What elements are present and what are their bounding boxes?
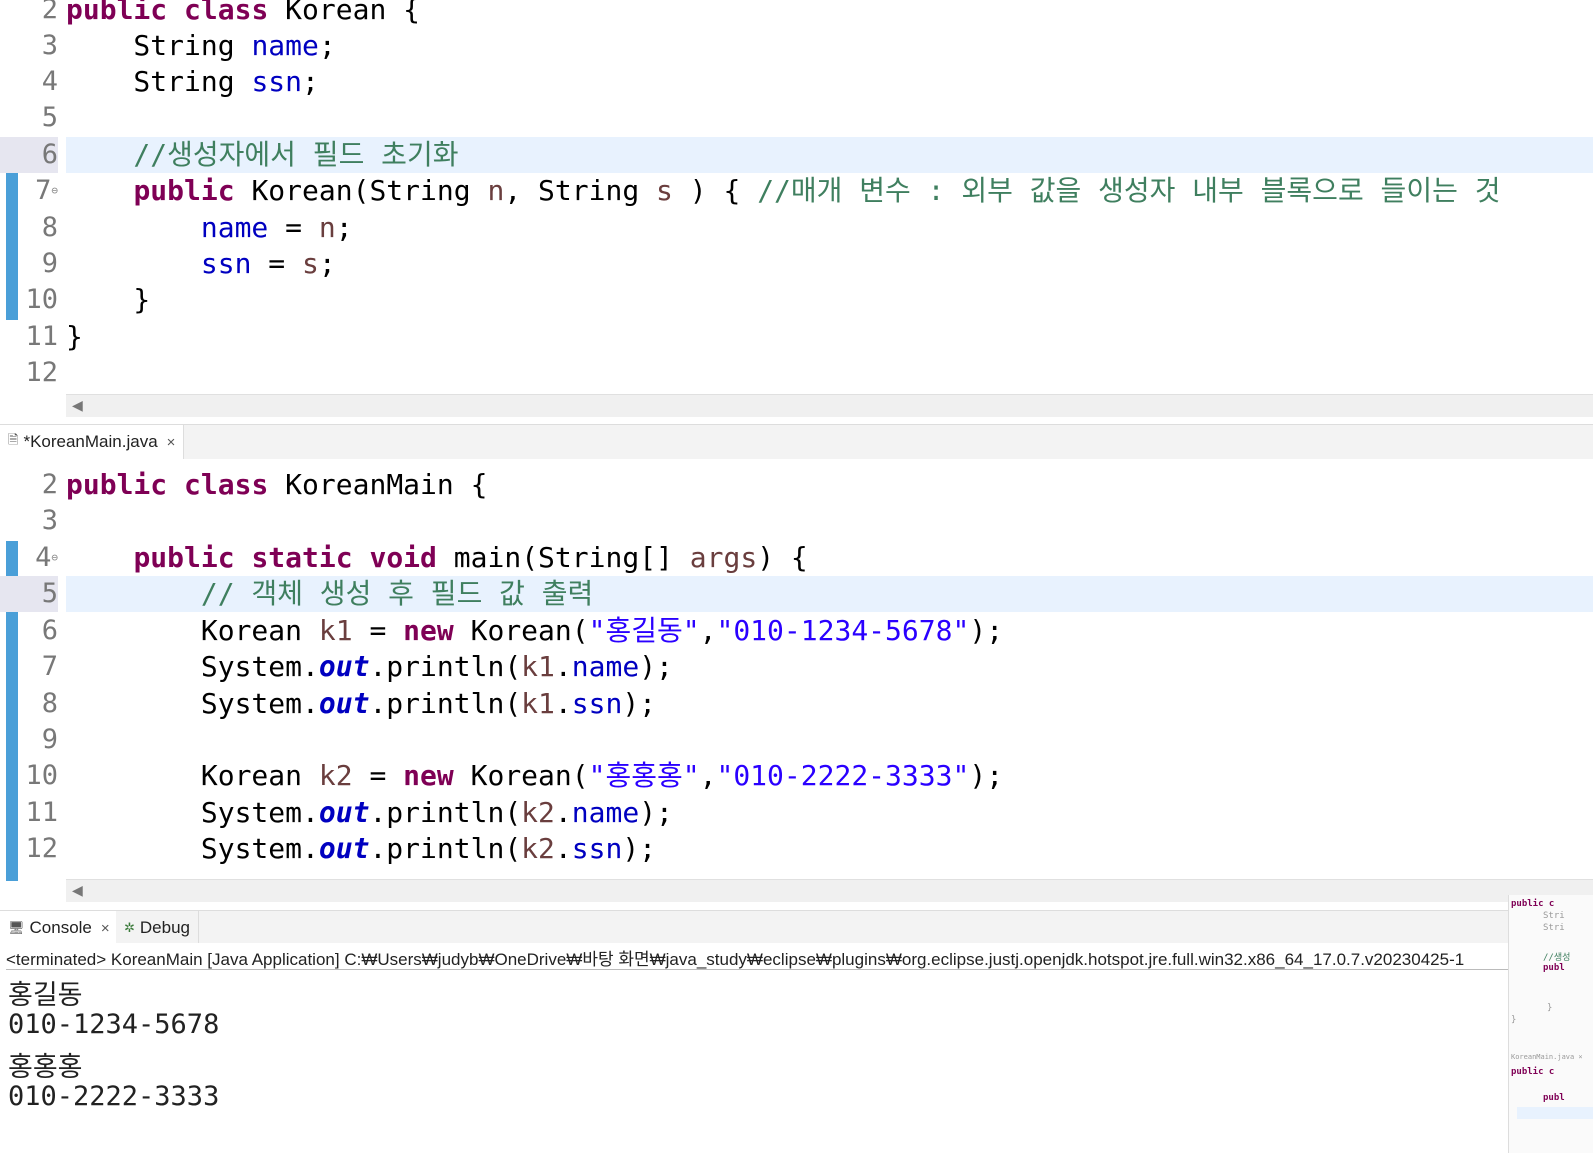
line-number: 12: [25, 357, 58, 388]
console-output-line: 홍길동: [8, 980, 83, 1011]
line-number: 7: [41, 651, 58, 682]
code-line[interactable]: 10 Korean k2 = new Korean("홍홍홍","010-222…: [0, 758, 1593, 794]
code-line[interactable]: 10 }: [0, 282, 1593, 318]
line-number: 9: [41, 248, 58, 279]
code-line[interactable]: 4⊖ public static void main(String[] args…: [0, 540, 1593, 576]
horizontal-scrollbar[interactable]: ◀: [66, 879, 1593, 902]
tab-debug[interactable]: ✲ Debug: [116, 911, 200, 945]
code-line[interactable]: 3: [0, 503, 1593, 539]
bug-icon: ✲: [124, 920, 135, 935]
line-number: 10: [25, 760, 58, 791]
scroll-left-icon[interactable]: ◀: [72, 882, 83, 899]
line-number: 4: [41, 66, 58, 97]
editor-korean[interactable]: 2 public class Korean { 3 String name; 4…: [0, 0, 1593, 420]
code-line-current[interactable]: 6 //생성자에서 필드 초기화: [0, 137, 1593, 173]
console-tab-bar: 🖥 Console × ✲ Debug: [0, 910, 1593, 946]
divider: [6, 969, 1510, 970]
code-line[interactable]: 7⊖ public Korean(String n, String s ) { …: [0, 173, 1593, 209]
code-line[interactable]: 12: [0, 355, 1593, 391]
close-icon[interactable]: ×: [101, 920, 110, 937]
comment: // 객체 생성 후 필드 값 출력: [66, 576, 1593, 612]
code-line-current[interactable]: 5 // 객체 생성 후 필드 값 출력: [0, 576, 1593, 612]
code-line[interactable]: 9 ssn = s;: [0, 246, 1593, 282]
code-line[interactable]: 2 public class KoreanMain {: [0, 467, 1593, 503]
tab-korean-main[interactable]: 🗎 *KoreanMain.java ×: [0, 425, 185, 459]
console-output-line: 010-1234-5678: [8, 1009, 220, 1040]
java-file-icon: 🗎: [8, 432, 19, 447]
code-line[interactable]: 5: [0, 100, 1593, 136]
line-number: 6: [41, 615, 58, 646]
preview-thumbnail: public c Stri Stri //생성 publ } } KoreanM…: [1508, 895, 1593, 1153]
code-line[interactable]: 2 public class Korean {: [0, 0, 1593, 28]
code-line[interactable]: 7 System.out.println(k1.name);: [0, 649, 1593, 685]
scroll-left-icon[interactable]: ◀: [72, 397, 83, 414]
code-line[interactable]: 12 System.out.println(k2.ssn);: [0, 831, 1593, 867]
line-number: 5: [41, 102, 58, 133]
code-line[interactable]: 8 System.out.println(k1.ssn);: [0, 686, 1593, 722]
line-number: 10: [25, 284, 58, 315]
console-process-header: <terminated> KoreanMain [Java Applicatio…: [6, 950, 1465, 969]
editor-korean-main[interactable]: 2 public class KoreanMain { 3 4⊖ public …: [0, 459, 1593, 905]
fold-icon: ⊖: [51, 551, 58, 564]
code-line[interactable]: 11 System.out.println(k2.name);: [0, 795, 1593, 831]
tab-label: *KoreanMain.java: [23, 432, 158, 451]
line-number: 4⊖: [35, 542, 58, 573]
line-number: 8: [41, 688, 58, 719]
console-output-line: 홍홍홍: [8, 1052, 83, 1083]
keyword: public: [66, 0, 168, 26]
console-output-line: 010-2222-3333: [8, 1081, 220, 1112]
line-number: 12: [25, 833, 58, 864]
comment: //생성자에서 필드 초기화: [66, 137, 1593, 173]
code-line[interactable]: 6 Korean k1 = new Korean("홍길동","010-1234…: [0, 613, 1593, 649]
code-line[interactable]: 4 String ssn;: [0, 64, 1593, 100]
line-number: 11: [25, 797, 58, 828]
line-number: 8: [41, 212, 58, 243]
line-number: 3: [41, 505, 58, 536]
line-number: 3: [41, 30, 58, 61]
line-number: 2: [41, 469, 58, 500]
tab-console[interactable]: 🖥 Console ×: [0, 911, 119, 945]
line-number: 2: [41, 0, 58, 25]
line-number: 6: [0, 137, 58, 173]
line-number: 11: [25, 321, 58, 352]
code-line[interactable]: 3 String name;: [0, 28, 1593, 64]
tab-label: Console: [29, 918, 92, 937]
line-number: 7⊖: [35, 175, 58, 206]
keyword: class: [184, 0, 269, 26]
line-number: 5: [0, 576, 58, 612]
console-icon: 🖥: [8, 920, 25, 935]
code-line[interactable]: 11 }: [0, 319, 1593, 355]
console-view[interactable]: <terminated> KoreanMain [Java Applicatio…: [0, 943, 1510, 1153]
close-icon[interactable]: ×: [167, 434, 176, 451]
horizontal-scrollbar[interactable]: ◀: [66, 394, 1593, 417]
code-line[interactable]: 9: [0, 722, 1593, 758]
fold-icon: ⊖: [51, 184, 58, 197]
editor-tab-bar: 🗎 *KoreanMain.java ×: [0, 424, 1593, 460]
code-line[interactable]: 8 name = n;: [0, 210, 1593, 246]
tab-label: Debug: [139, 918, 191, 937]
line-number: 9: [41, 724, 58, 755]
